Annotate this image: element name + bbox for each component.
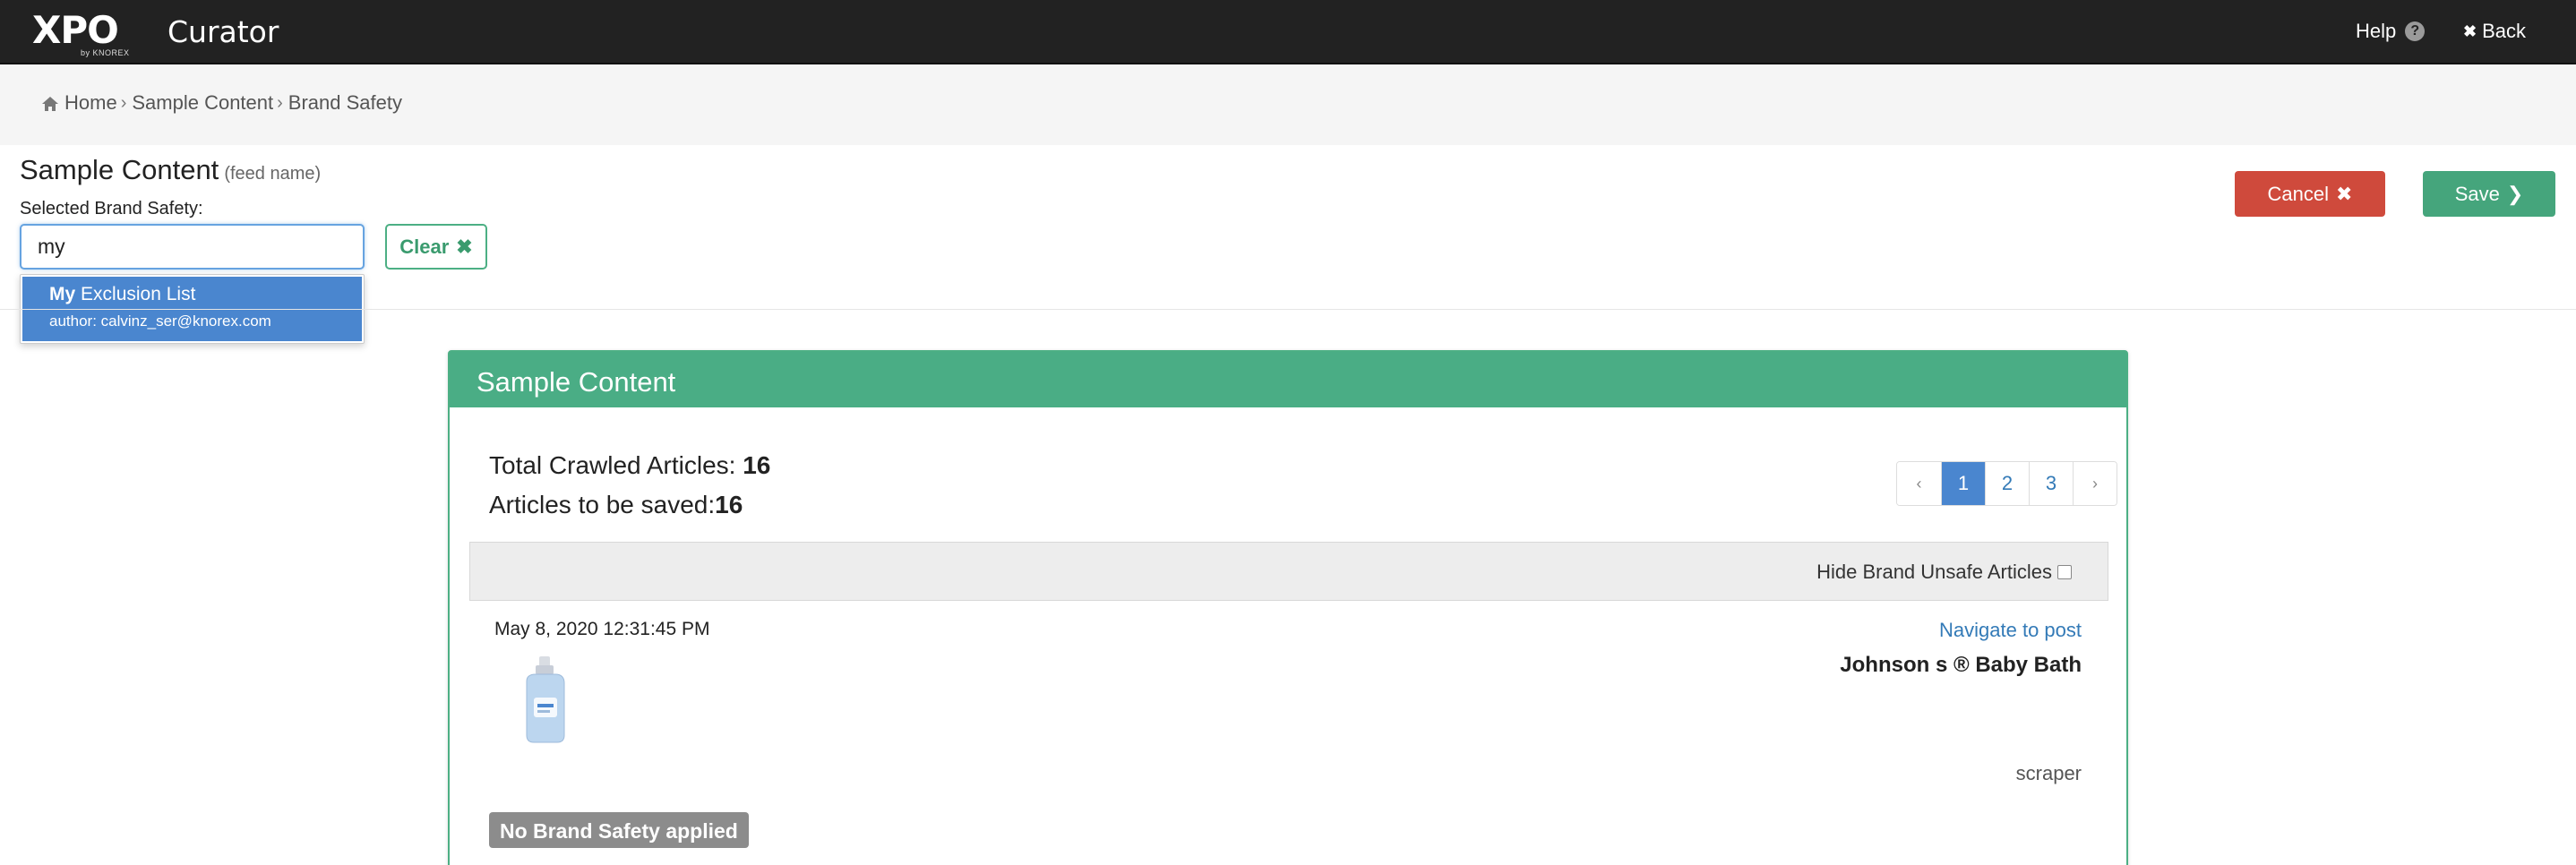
breadcrumb-bar: Home › Sample Content › Brand Safety <box>0 64 2576 145</box>
article-title: Johnson s ® Baby Bath <box>1840 653 2082 677</box>
breadcrumb-home[interactable]: Home <box>64 91 117 115</box>
total-crawled-label: Total Crawled Articles: <box>489 451 743 479</box>
breadcrumb-sample-content[interactable]: Sample Content <box>132 91 273 115</box>
option-match-text: My <box>49 284 76 304</box>
logo-text: XPO <box>32 8 119 52</box>
save-button[interactable]: Save ❯ <box>2423 171 2555 217</box>
home-icon <box>42 97 58 111</box>
pagination-prev[interactable]: ‹ <box>1897 462 1941 505</box>
close-icon: ✖ <box>2463 21 2477 40</box>
back-label: Back <box>2482 20 2527 42</box>
close-icon: ✖ <box>456 235 473 258</box>
option-author: author: calvinz_ser@knorex.com <box>49 313 271 330</box>
page-title-text: Sample Content <box>20 154 219 185</box>
navigate-to-post-link[interactable]: Navigate to post <box>1939 619 2082 642</box>
breadcrumb: Home › Sample Content › Brand Safety <box>41 91 402 115</box>
save-label: Save <box>2454 182 2500 205</box>
pagination-page-3[interactable]: 3 <box>2029 462 2073 505</box>
articles-to-save-label: Articles to be saved: <box>489 491 716 518</box>
pagination-page-2[interactable]: 2 <box>1985 462 2029 505</box>
article-date: May 8, 2020 12:31:45 PM <box>494 619 710 639</box>
pagination-next[interactable]: › <box>2073 462 2117 505</box>
article-totals: Total Crawled Articles: 16 Articles to b… <box>489 446 770 525</box>
section-divider <box>0 309 2576 310</box>
articles-to-save: Articles to be saved:16 <box>489 485 770 525</box>
panel-title: Sample Content <box>450 352 2126 407</box>
article-thumbnail[interactable] <box>518 655 573 744</box>
feed-name-note: (feed name) <box>224 164 322 184</box>
question-circle-icon: ? <box>2405 21 2426 41</box>
sample-content-panel: Sample Content Total Crawled Articles: 1… <box>448 350 2128 865</box>
articles-to-save-value: 16 <box>715 491 743 518</box>
breadcrumb-separator: › <box>277 92 283 113</box>
breadcrumb-brand-safety: Brand Safety <box>288 91 402 114</box>
close-icon: ✖ <box>2336 182 2353 205</box>
total-crawled-value: 16 <box>743 451 771 479</box>
clear-label: Clear <box>399 235 450 258</box>
option-title: My Exclusion List <box>49 284 362 305</box>
brand-safety-status-badge: No Brand Safety applied <box>489 812 749 848</box>
xpo-logo[interactable]: XPO by KNOREX <box>32 8 131 58</box>
article-source: scraper <box>2015 762 2082 784</box>
cancel-button[interactable]: Cancel ✖ <box>2235 171 2385 217</box>
help-label: Help <box>2356 20 2397 42</box>
option-rest-text: Exclusion List <box>75 284 196 304</box>
hide-unsafe-checkbox[interactable] <box>2057 565 2072 579</box>
breadcrumb-separator: › <box>120 92 127 113</box>
chevron-right-icon: ❯ <box>2506 182 2524 205</box>
total-crawled: Total Crawled Articles: 16 <box>489 446 770 485</box>
help-link[interactable]: Help ? <box>2356 20 2426 43</box>
clear-button[interactable]: Clear ✖ <box>385 224 487 270</box>
page-title: Sample Content (feed name) <box>20 154 321 186</box>
back-link[interactable]: ✖ Back <box>2463 20 2526 43</box>
top-navbar: XPO by KNOREX Curator Help ? ✖ Back <box>0 0 2576 64</box>
app-name: Curator <box>167 14 279 49</box>
pagination-page-1[interactable]: 1 <box>1941 462 1985 505</box>
hide-unsafe-label: Hide Brand Unsafe Articles <box>1816 561 2052 583</box>
brand-safety-label: Selected Brand Safety: <box>20 199 203 218</box>
pagination: ‹ 1 2 3 › <box>1896 461 2117 506</box>
filter-bar: Hide Brand Unsafe Articles <box>469 542 2108 601</box>
hide-unsafe-toggle[interactable]: Hide Brand Unsafe Articles <box>1816 561 2072 584</box>
brand-safety-search-input[interactable] <box>20 224 365 270</box>
logo-subtext: by KNOREX <box>81 48 130 57</box>
cancel-label: Cancel <box>2267 182 2330 205</box>
